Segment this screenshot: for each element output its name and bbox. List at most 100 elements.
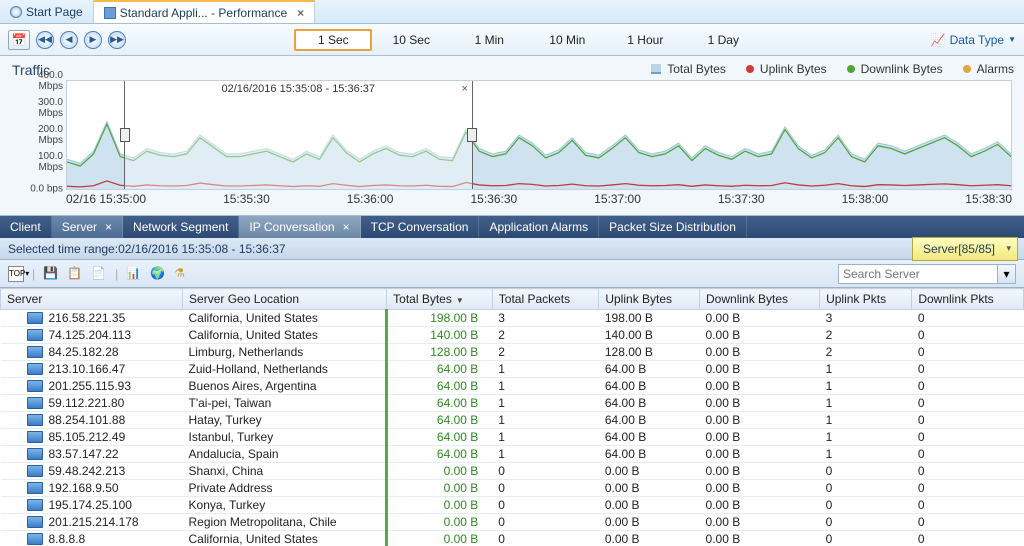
x-tick: 15:38:00: [842, 192, 889, 206]
selection-handle-left[interactable]: [120, 128, 130, 142]
search-input[interactable]: [838, 264, 998, 284]
chart-data-icon: 📈: [931, 33, 946, 47]
tab-start-page[interactable]: Start Page: [0, 0, 94, 23]
export-icon[interactable]: 💾: [43, 266, 59, 282]
data-type-label: Data Type: [950, 33, 1004, 47]
server-icon: [27, 431, 43, 443]
server-count-dropdown[interactable]: Server[85/85]: [912, 237, 1018, 261]
col-uplink-pkts[interactable]: Uplink Pkts: [820, 289, 912, 310]
server-icon: [27, 482, 43, 494]
col-downlink-bytes[interactable]: Downlink Bytes: [700, 289, 820, 310]
server-icon: [27, 465, 43, 477]
time-scale-1sec[interactable]: 1 Sec: [294, 29, 372, 51]
col-uplink-bytes[interactable]: Uplink Bytes: [599, 289, 700, 310]
col-server[interactable]: Server: [1, 289, 183, 310]
x-tick: 15:36:30: [470, 192, 517, 206]
copy-icon[interactable]: 📋: [67, 266, 83, 282]
table-row[interactable]: 59.48.242.213Shanxi, China0.00 B00.00 B0…: [1, 463, 1024, 480]
server-icon: [27, 533, 43, 545]
chevron-down-icon: ▼: [1008, 35, 1016, 44]
table-row[interactable]: 201.215.214.178Region Metropolitana, Chi…: [1, 514, 1024, 531]
table-row[interactable]: 195.174.25.100Konya, Turkey0.00 B00.00 B…: [1, 497, 1024, 514]
y-tick: 400.0 Mbps: [11, 70, 63, 92]
sub-tab-client[interactable]: Client: [0, 216, 52, 238]
data-type-dropdown[interactable]: 📈 Data Type ▼: [931, 33, 1016, 47]
tab-label: Standard Appli... - Performance: [120, 6, 287, 20]
green-chart-icon[interactable]: 📊: [126, 266, 142, 282]
sub-tab-ip-conversation[interactable]: IP Conversation×: [239, 216, 360, 238]
sub-tab-network-segment[interactable]: Network Segment: [123, 216, 239, 238]
tab-label: Start Page: [26, 5, 83, 19]
time-scale-1hour[interactable]: 1 Hour: [606, 29, 684, 51]
table-row[interactable]: 8.8.8.8California, United States0.00 B00…: [1, 531, 1024, 546]
options-icon[interactable]: TOP▾: [8, 266, 24, 282]
globe-icon: [10, 6, 22, 18]
col-server-geo-location[interactable]: Server Geo Location: [183, 289, 387, 310]
filter-icon[interactable]: ⚗: [174, 266, 190, 282]
search-dropdown[interactable]: ▾: [998, 264, 1016, 284]
y-tick: 200.0 Mbps: [11, 124, 63, 146]
x-tick: 15:35:30: [223, 192, 270, 206]
table-row[interactable]: 74.125.204.113California, United States1…: [1, 327, 1024, 344]
swatch-alarms-icon: [963, 65, 971, 73]
close-icon[interactable]: ×: [105, 220, 112, 234]
server-icon: [27, 414, 43, 426]
close-icon[interactable]: ×: [343, 220, 350, 234]
server-icon: [27, 499, 43, 511]
y-tick: 0.0 bps: [11, 184, 63, 195]
table-row[interactable]: 85.105.212.49Istanbul, Turkey64.00 B164.…: [1, 429, 1024, 446]
server-icon: [27, 346, 43, 358]
chart-legend: Total Bytes Uplink Bytes Downlink Bytes …: [651, 62, 1014, 76]
server-icon: [27, 363, 43, 375]
rewind-button[interactable]: ◀◀: [36, 31, 54, 49]
swatch-uplink-icon: [746, 65, 754, 73]
close-icon[interactable]: ×: [297, 6, 304, 20]
col-downlink-pkts[interactable]: Downlink Pkts: [912, 289, 1024, 310]
table-row[interactable]: 84.25.182.28Limburg, Netherlands128.00 B…: [1, 344, 1024, 361]
table-row[interactable]: 201.255.115.93Buenos Aires, Argentina64.…: [1, 378, 1024, 395]
time-scale-group: 1 Sec10 Sec1 Min10 Min1 Hour1 Day: [294, 29, 762, 51]
sub-tab-packet-size-distribution[interactable]: Packet Size Distribution: [599, 216, 747, 238]
table-row[interactable]: 213.10.166.47Zuid-Holland, Netherlands64…: [1, 361, 1024, 378]
chart-plot[interactable]: 400.0 Mbps300.0 Mbps200.0 Mbps100.0 Mbps…: [66, 80, 1012, 190]
y-tick: 100.0 Mbps: [11, 151, 63, 173]
table-row[interactable]: 216.58.221.35California, United States19…: [1, 310, 1024, 327]
table-row[interactable]: 88.254.101.88Hatay, Turkey64.00 B164.00 …: [1, 412, 1024, 429]
server-icon: [27, 397, 43, 409]
selected-range-label: Selected time range:02/16/2016 15:35:08 …: [8, 242, 286, 256]
server-icon: [27, 516, 43, 528]
selection-close-icon[interactable]: ×: [461, 83, 467, 95]
sub-tab-tcp-conversation[interactable]: TCP Conversation: [361, 216, 480, 238]
server-icon: [27, 329, 43, 341]
time-scale-1min[interactable]: 1 Min: [450, 29, 528, 51]
time-scale-1day[interactable]: 1 Day: [684, 29, 762, 51]
server-icon: [27, 380, 43, 392]
sheet-icon[interactable]: 📄: [91, 266, 107, 282]
forward-button[interactable]: ▶: [84, 31, 102, 49]
server-table: ServerServer Geo LocationTotal BytesTota…: [0, 288, 1024, 546]
back-button[interactable]: ◀: [60, 31, 78, 49]
calendar-button[interactable]: 📅: [8, 30, 30, 50]
x-tick: 02/16 15:35:00: [66, 192, 146, 206]
fast-forward-button[interactable]: ▶▶: [108, 31, 126, 49]
table-row[interactable]: 192.168.9.50Private Address0.00 B00.00 B…: [1, 480, 1024, 497]
time-scale-10sec[interactable]: 10 Sec: [372, 29, 450, 51]
app-icon: [104, 7, 116, 19]
server-icon: [27, 448, 43, 460]
x-tick: 15:37:30: [718, 192, 765, 206]
x-tick: 15:37:00: [594, 192, 641, 206]
x-tick: 15:36:00: [347, 192, 394, 206]
time-scale-10min[interactable]: 10 Min: [528, 29, 606, 51]
time-selection[interactable]: 02/16/2016 15:35:08 - 15:36:37×: [124, 81, 473, 189]
col-total-bytes[interactable]: Total Bytes: [387, 289, 493, 310]
table-row[interactable]: 59.112.221.80T'ai-pei, Taiwan64.00 B164.…: [1, 395, 1024, 412]
table-row[interactable]: 83.57.147.22Andalucia, Spain64.00 B164.0…: [1, 446, 1024, 463]
selection-handle-right[interactable]: [467, 128, 477, 142]
sub-tab-server[interactable]: Server×: [52, 216, 123, 238]
tab-performance[interactable]: Standard Appli... - Performance ×: [94, 0, 315, 23]
sub-tab-application-alarms[interactable]: Application Alarms: [479, 216, 599, 238]
col-total-packets[interactable]: Total Packets: [492, 289, 599, 310]
selection-label: 02/16/2016 15:35:08 - 15:36:37: [125, 83, 472, 95]
globe-green-icon[interactable]: 🌍: [150, 266, 166, 282]
swatch-downlink-icon: [847, 65, 855, 73]
